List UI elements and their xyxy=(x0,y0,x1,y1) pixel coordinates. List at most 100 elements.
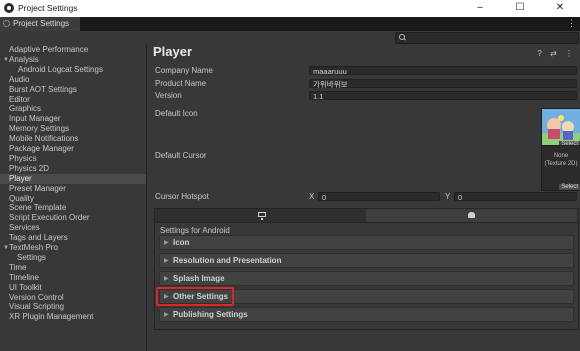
settings-for-label: Settings for Android xyxy=(160,226,230,235)
foldout-label: Icon xyxy=(173,238,190,247)
sidebar-item-android-logcat-settings[interactable]: Android Logcat Settings xyxy=(0,65,146,75)
sidebar-item-input-manager[interactable]: Input Manager xyxy=(0,114,146,124)
sidebar-item-xr-plugin-management[interactable]: XR Plugin Management xyxy=(0,312,146,322)
hotspot-x-label: X xyxy=(309,192,315,201)
sidebar-item-label: TextMesh Pro xyxy=(9,243,58,252)
page-title: Player xyxy=(153,44,193,59)
sidebar-item-scene-template[interactable]: Scene Template xyxy=(0,203,146,213)
default-cursor-select-button[interactable]: Select xyxy=(559,184,580,190)
sidebar-item-label: Preset Manager xyxy=(9,183,66,193)
sidebar-item-timeline[interactable]: Timeline xyxy=(0,273,146,283)
sidebar-item-services[interactable]: Services xyxy=(0,223,146,233)
sidebar-item-label: Graphics xyxy=(9,104,42,114)
window-title-bar: Project Settings – ☐ ✕ xyxy=(0,0,580,17)
sidebar-item-physics-2d[interactable]: Physics 2D xyxy=(0,164,146,174)
highlight-box xyxy=(156,287,234,306)
version-field[interactable]: 1.1 xyxy=(309,91,577,101)
sidebar-item-mobile-notifications[interactable]: Mobile Notifications xyxy=(0,134,146,144)
sidebar-item-visual-scripting[interactable]: Visual Scripting xyxy=(0,302,146,312)
product-name-field[interactable]: 가위바위보 xyxy=(309,79,577,89)
maximize-button[interactable]: ☐ xyxy=(500,0,540,17)
sidebar-item-tags-and-layers[interactable]: Tags and Layers xyxy=(0,233,146,243)
window-title: Project Settings xyxy=(18,3,78,13)
sidebar-item-label: Input Manager xyxy=(9,114,61,124)
default-icon-label: Default Icon xyxy=(155,109,198,118)
sidebar-item-label: Timeline xyxy=(9,272,39,282)
foldout-label: Splash Image xyxy=(173,274,225,283)
sidebar-item-label: Physics 2D xyxy=(9,163,50,173)
foldout-splash-image[interactable]: ▶ Splash Image xyxy=(159,271,574,286)
sidebar-item-editor[interactable]: Editor xyxy=(0,95,146,105)
company-name-field[interactable]: maaaruuu xyxy=(309,66,577,76)
sidebar-item-package-manager[interactable]: Package Manager xyxy=(0,144,146,154)
unity-logo-icon xyxy=(4,3,14,13)
sidebar-item-graphics[interactable]: Graphics xyxy=(0,104,146,114)
android-settings-panel: Settings for Android ▶ Icon ▶ Resolution an… xyxy=(154,221,579,330)
sidebar-item-label: Burst AOT Settings xyxy=(9,84,77,94)
settings-sidebar: Adaptive Performance ▼ Analysis Android Log… xyxy=(0,44,147,351)
search-row xyxy=(0,31,580,45)
more-menu-icon[interactable]: ⋮ xyxy=(567,18,576,29)
foldout-arrow-icon: ▶ xyxy=(164,276,169,282)
sidebar-item-time[interactable]: Time xyxy=(0,263,146,273)
tab-bar: Project Settings ⋮ xyxy=(0,17,580,31)
tab-project-settings[interactable]: Project Settings xyxy=(0,17,80,31)
sidebar-item-label: Audio xyxy=(9,74,30,84)
sidebar-item-analysis[interactable]: ▼ Analysis xyxy=(0,55,146,65)
sidebar-item-label: XR Plugin Management xyxy=(9,312,94,322)
sidebar-item-label: Services xyxy=(9,223,40,233)
minimize-button[interactable]: – xyxy=(460,0,500,17)
foldout-resolution-and-presentation[interactable]: ▶ Resolution and Presentation xyxy=(159,253,574,268)
version-label: Version xyxy=(155,91,182,100)
sidebar-item-label: Player xyxy=(9,173,32,183)
sidebar-item-textmesh-pro[interactable]: ▼ TextMesh Pro xyxy=(0,243,146,253)
default-cursor-thumbnail[interactable]: None (Texture 2D) Select xyxy=(541,145,580,191)
sidebar-item-settings[interactable]: Settings xyxy=(0,253,146,263)
monitor-icon xyxy=(258,212,266,220)
sidebar-item-label: Settings xyxy=(17,252,46,262)
sidebar-item-label: Physics xyxy=(9,153,37,163)
header-icons[interactable]: ? ⇄ ⋮ xyxy=(537,49,576,58)
sidebar-item-label: Visual Scripting xyxy=(9,302,64,312)
search-icon xyxy=(399,34,405,40)
sidebar-item-label: Adaptive Performance xyxy=(9,45,89,54)
sidebar-item-label: Version Control xyxy=(9,292,64,302)
foldout-label: Publishing Settings xyxy=(173,310,248,319)
sidebar-item-preset-manager[interactable]: Preset Manager xyxy=(0,184,146,194)
search-input[interactable] xyxy=(395,32,579,44)
foldout-label: Resolution and Presentation xyxy=(173,256,282,265)
cursor-hotspot-label: Cursor Hotspot xyxy=(155,192,209,201)
sidebar-item-label: Analysis xyxy=(9,54,39,64)
foldout-publishing-settings[interactable]: ▶ Publishing Settings xyxy=(159,307,574,322)
sidebar-item-label: Memory Settings xyxy=(9,124,70,134)
hotspot-y-label: Y xyxy=(445,192,451,201)
sidebar-item-label: Editor xyxy=(9,94,30,104)
foldout-icon[interactable]: ▶ Icon xyxy=(159,235,574,250)
sidebar-item-script-execution-order[interactable]: Script Execution Order xyxy=(0,213,146,223)
sidebar-item-label: UI Toolkit xyxy=(9,282,42,292)
sidebar-item-version-control[interactable]: Version Control xyxy=(0,293,146,303)
foldout-arrow-icon: ▶ xyxy=(164,312,169,318)
default-icon-thumbnail[interactable]: Select xyxy=(541,108,580,148)
hotspot-y-field[interactable]: 0 xyxy=(454,192,577,202)
sidebar-item-physics[interactable]: Physics xyxy=(0,154,146,164)
hotspot-x-field[interactable]: 0 xyxy=(318,192,440,202)
sidebar-item-player[interactable]: Player xyxy=(0,173,146,184)
sidebar-item-adaptive-performance[interactable]: Adaptive Performance xyxy=(0,45,146,55)
sidebar-item-label: Scene Template xyxy=(9,203,67,213)
android-icon xyxy=(468,212,475,218)
default-cursor-label: Default Cursor xyxy=(155,151,207,160)
sidebar-item-ui-toolkit[interactable]: UI Toolkit xyxy=(0,283,146,293)
sidebar-item-label: Time xyxy=(9,262,27,272)
sidebar-item-memory-settings[interactable]: Memory Settings xyxy=(0,124,146,134)
sidebar-item-burst-aot-settings[interactable]: Burst AOT Settings xyxy=(0,85,146,95)
sidebar-item-label: Mobile Notifications xyxy=(9,134,79,144)
player-settings-panel: Player ? ⇄ ⋮ Company Name maaaruuu Produ… xyxy=(147,44,580,351)
sidebar-item-audio[interactable]: Audio xyxy=(0,75,146,85)
sidebar-item-quality[interactable]: Quality xyxy=(0,194,146,204)
tab-label: Project Settings xyxy=(13,19,70,28)
cursor-texture-text: None (Texture 2D) xyxy=(544,153,578,167)
product-name-label: Product Name xyxy=(155,79,207,88)
close-button[interactable]: ✕ xyxy=(540,0,580,17)
sidebar-item-label: Script Execution Order xyxy=(9,213,90,223)
